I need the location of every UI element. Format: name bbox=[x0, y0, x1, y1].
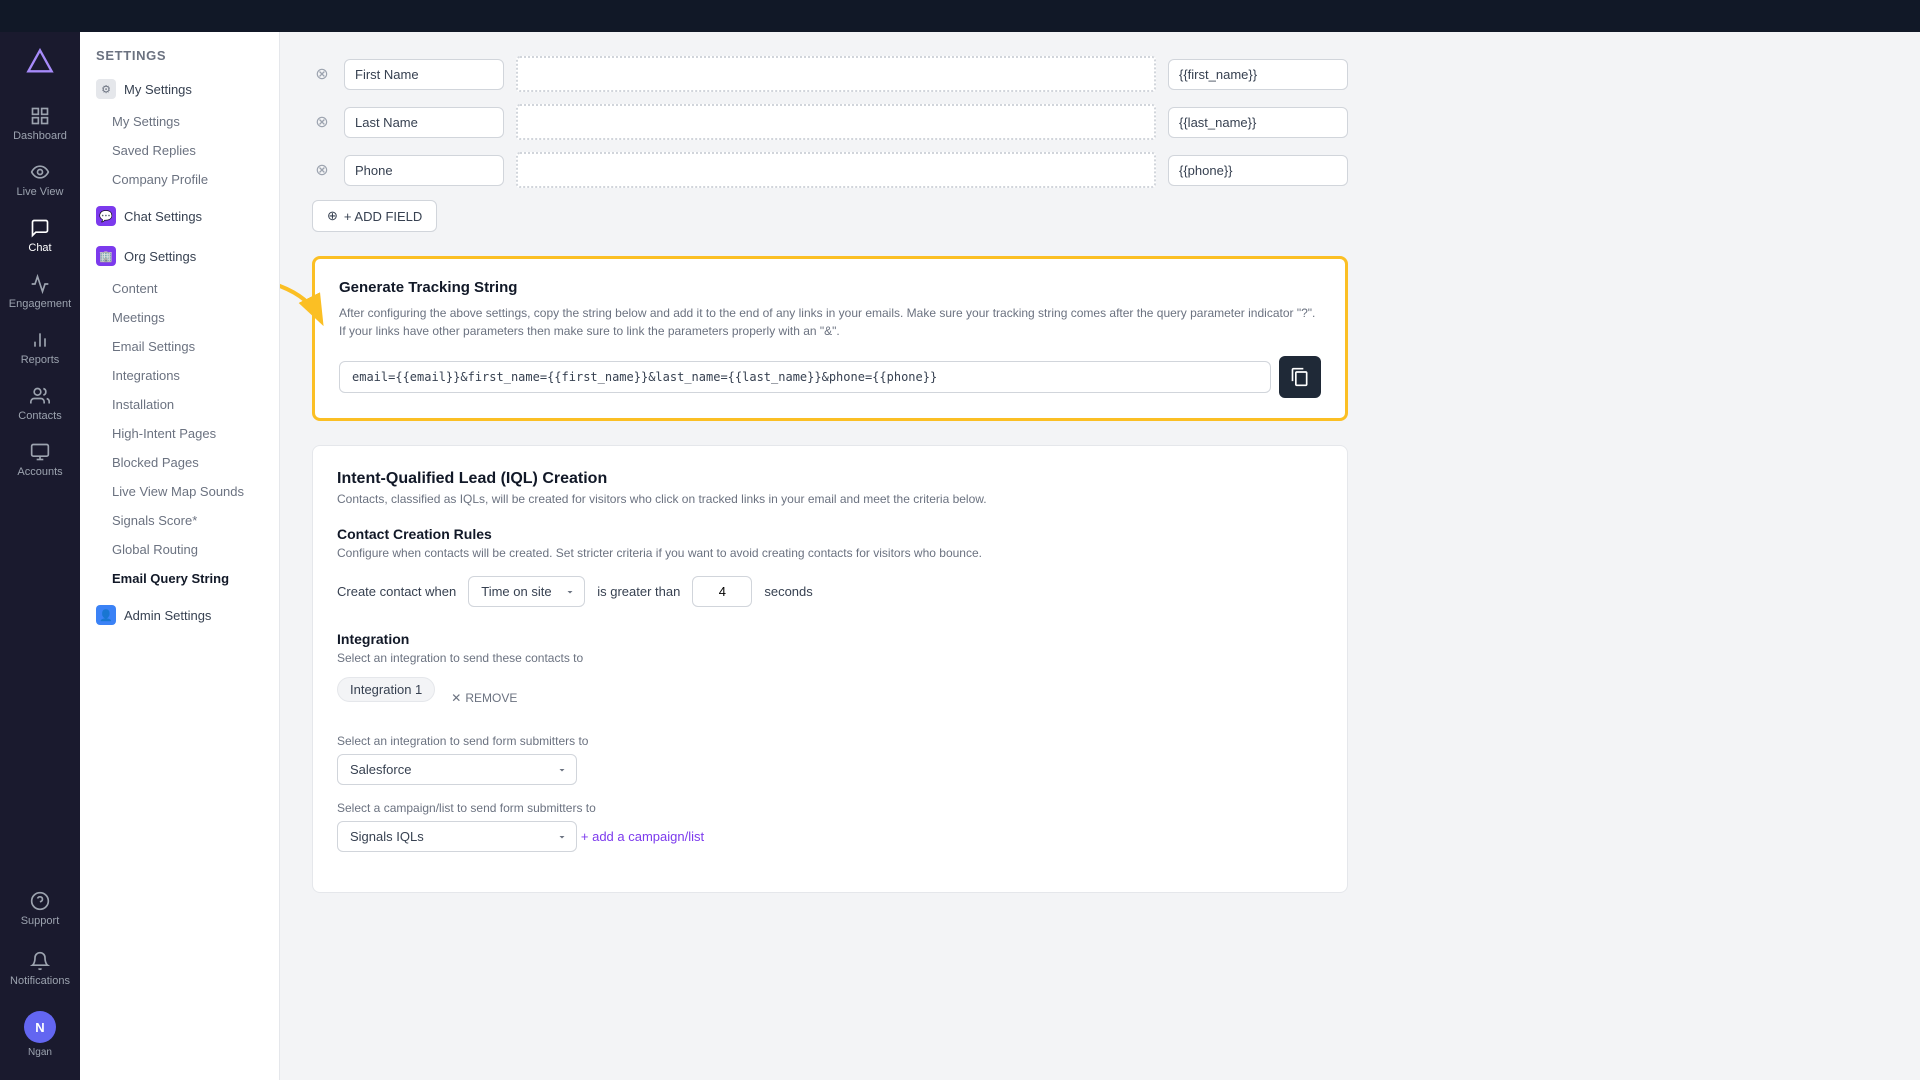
section-header-my-settings[interactable]: ⚙ My Settings bbox=[80, 71, 279, 107]
fields-container: ⊗ First Name ⊗ Last Name bbox=[312, 56, 1348, 188]
nav-bottom: Support Notifications N Ngan bbox=[4, 881, 76, 1068]
integration-tag-label: Integration 1 bbox=[350, 682, 422, 697]
tracking-string-row bbox=[339, 356, 1321, 398]
arrow-annotation bbox=[280, 269, 335, 339]
top-bar bbox=[0, 0, 1920, 32]
field-value-last-name[interactable] bbox=[1168, 107, 1348, 138]
main-content: ⊗ First Name ⊗ Last Name bbox=[280, 32, 1380, 1080]
time-on-site-dropdown[interactable]: Time on site Page views Sessions bbox=[468, 576, 585, 607]
nav-integrations[interactable]: Integrations bbox=[80, 361, 279, 390]
integration-remove-btn[interactable]: ✕ REMOVE bbox=[451, 691, 517, 705]
field-value-first-name[interactable] bbox=[1168, 59, 1348, 90]
settings-title: Settings bbox=[80, 32, 279, 71]
iql-desc: Contacts, classified as IQLs, will be cr… bbox=[337, 492, 1323, 506]
signals-iqls-dropdown[interactable]: Signals IQLs Campaign A Campaign B bbox=[337, 821, 577, 852]
nav-content[interactable]: Content bbox=[80, 274, 279, 303]
settings-sidebar: Settings ⚙ My Settings My Settings Saved… bbox=[80, 32, 280, 1080]
nav-email-query-string[interactable]: Email Query String bbox=[80, 564, 279, 593]
iql-section: Intent-Qualified Lead (IQL) Creation Con… bbox=[312, 445, 1348, 893]
create-contact-label: Create contact when bbox=[337, 584, 456, 599]
nav-email-settings[interactable]: Email Settings bbox=[80, 332, 279, 361]
seconds-label: seconds bbox=[764, 584, 812, 599]
nav-item-reports[interactable]: Reports bbox=[0, 320, 80, 376]
add-field-icon: ⊕ bbox=[327, 208, 338, 224]
nav-high-intent[interactable]: High-Intent Pages bbox=[80, 419, 279, 448]
field-type-last-name[interactable]: Last Name bbox=[344, 107, 504, 138]
nav-item-notifications[interactable]: Notifications bbox=[4, 941, 76, 997]
remove-first-name-btn[interactable]: ⊗ bbox=[312, 64, 332, 84]
my-settings-icon: ⚙ bbox=[96, 79, 116, 99]
section-org-settings: 🏢 Org Settings Content Meetings Email Se… bbox=[80, 238, 279, 593]
chat-settings-icon: 💬 bbox=[96, 206, 116, 226]
logo[interactable] bbox=[22, 44, 58, 80]
contact-rules-desc: Configure when contacts will be created.… bbox=[337, 546, 1323, 560]
section-chat-settings: 💬 Chat Settings bbox=[80, 198, 279, 234]
nav-item-contacts[interactable]: Contacts bbox=[0, 376, 80, 432]
field-value-phone[interactable] bbox=[1168, 155, 1348, 186]
contact-rules-title: Contact Creation Rules bbox=[337, 526, 1323, 542]
integration-tag: Integration 1 bbox=[337, 677, 435, 702]
nav-item-support[interactable]: Support bbox=[4, 881, 76, 937]
integration-select-label-1: Select an integration to send form submi… bbox=[337, 734, 1323, 748]
integration-select-label-2: Select a campaign/list to send form subm… bbox=[337, 801, 1323, 815]
nav-item-accounts[interactable]: Accounts bbox=[0, 432, 80, 488]
add-campaign-link[interactable]: + add a campaign/list bbox=[581, 829, 704, 844]
integration-desc: Select an integration to send these cont… bbox=[337, 651, 1323, 665]
nav-item-live-view[interactable]: Live View bbox=[0, 152, 80, 208]
iql-title: Intent-Qualified Lead (IQL) Creation bbox=[337, 470, 1323, 488]
far-left-nav: Dashboard Live View Chat Engagement Repo… bbox=[0, 32, 80, 1080]
nav-signals-score[interactable]: Signals Score* bbox=[80, 506, 279, 535]
tracking-title: Generate Tracking String bbox=[339, 279, 1321, 296]
nav-saved-replies[interactable]: Saved Replies bbox=[80, 136, 279, 165]
org-settings-icon: 🏢 bbox=[96, 246, 116, 266]
create-contact-row: Create contact when Time on site Page vi… bbox=[337, 576, 1323, 607]
nav-item-chat[interactable]: Chat bbox=[0, 208, 80, 264]
field-row-phone: ⊗ Phone bbox=[312, 152, 1348, 188]
field-row-last-name: ⊗ Last Name bbox=[312, 104, 1348, 140]
field-type-first-name[interactable]: First Name bbox=[344, 59, 504, 90]
field-row-first-name: ⊗ First Name bbox=[312, 56, 1348, 92]
section-header-admin-settings[interactable]: 👤 Admin Settings bbox=[80, 597, 279, 633]
tracking-string-box: Generate Tracking String After configuri… bbox=[312, 256, 1348, 421]
remove-phone-btn[interactable]: ⊗ bbox=[312, 160, 332, 180]
nav-my-settings[interactable]: My Settings bbox=[80, 107, 279, 136]
threshold-input[interactable] bbox=[692, 576, 752, 607]
remove-x-icon: ✕ bbox=[451, 691, 461, 705]
section-header-org-settings[interactable]: 🏢 Org Settings bbox=[80, 238, 279, 274]
nav-item-user[interactable]: N Ngan bbox=[4, 1001, 76, 1068]
comparator-label: is greater than bbox=[597, 584, 680, 599]
add-field-button[interactable]: ⊕ + ADD FIELD bbox=[312, 200, 437, 232]
nav-live-view-map-sounds[interactable]: Live View Map Sounds bbox=[80, 477, 279, 506]
tracking-string-input[interactable] bbox=[339, 361, 1271, 393]
section-my-settings: ⚙ My Settings My Settings Saved Replies … bbox=[80, 71, 279, 194]
nav-item-engagement[interactable]: Engagement bbox=[0, 264, 80, 320]
admin-settings-icon: 👤 bbox=[96, 605, 116, 625]
copy-button[interactable] bbox=[1279, 356, 1321, 398]
field-dotted-first-name bbox=[516, 56, 1156, 92]
section-admin-settings: 👤 Admin Settings bbox=[80, 597, 279, 633]
section-header-chat-settings[interactable]: 💬 Chat Settings bbox=[80, 198, 279, 234]
remove-last-name-btn[interactable]: ⊗ bbox=[312, 112, 332, 132]
field-dotted-phone bbox=[516, 152, 1156, 188]
copy-icon bbox=[1290, 367, 1310, 387]
nav-meetings[interactable]: Meetings bbox=[80, 303, 279, 332]
nav-item-dashboard[interactable]: Dashboard bbox=[0, 96, 80, 152]
user-avatar: N bbox=[24, 1011, 56, 1043]
nav-company-profile[interactable]: Company Profile bbox=[80, 165, 279, 194]
field-dotted-last-name bbox=[516, 104, 1156, 140]
field-type-phone[interactable]: Phone bbox=[344, 155, 504, 186]
salesforce-dropdown[interactable]: Salesforce HubSpot Marketo bbox=[337, 754, 577, 785]
nav-installation[interactable]: Installation bbox=[80, 390, 279, 419]
nav-blocked-pages[interactable]: Blocked Pages bbox=[80, 448, 279, 477]
nav-global-routing[interactable]: Global Routing bbox=[80, 535, 279, 564]
tracking-desc: After configuring the above settings, co… bbox=[339, 304, 1321, 340]
integration-title: Integration bbox=[337, 631, 1323, 647]
